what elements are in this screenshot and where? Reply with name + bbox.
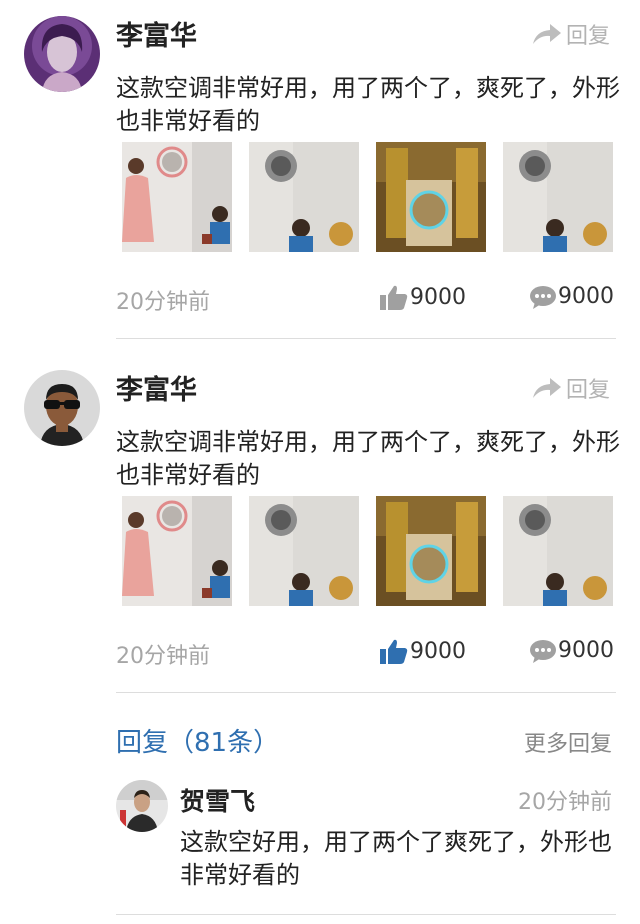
reply-label: 回复 [565,378,610,403]
post-image[interactable] [249,496,359,606]
divider [116,914,616,915]
post-meta: 20分钟前 9000 9000 [116,638,616,672]
author-name[interactable]: 李富华 [116,368,197,407]
reply-content: 这款空好用，用了两个了爽死了，外形也非常好看的 [180,828,612,889]
thumbs-up-icon [380,639,408,664]
more-replies-link[interactable]: 更多回复 [524,726,612,758]
comment-button[interactable]: 9000 [530,284,614,309]
avatar[interactable] [24,370,100,446]
avatar[interactable] [24,16,100,92]
post-time: 20分钟前 [116,290,210,315]
author-name[interactable]: 李富华 [116,14,197,53]
reply-button[interactable]: 回复 [532,372,610,404]
image-gallery [122,496,613,606]
post-time: 20分钟前 [116,644,210,669]
share-arrow-icon [532,24,561,44]
comment-bubble-icon [530,285,556,309]
post-image[interactable] [503,142,613,252]
comment-count: 9000 [558,638,614,663]
reply-label: 回复 [565,24,610,49]
share-arrow-icon [532,378,561,398]
thumbs-up-icon [380,285,408,310]
comment-bubble-icon [530,639,556,663]
like-count: 9000 [410,638,466,664]
post-image[interactable] [376,496,486,606]
avatar[interactable] [116,780,168,832]
divider [116,692,616,693]
post-content: 这款空调非常好用，用了两个了，爽死了，外形也非常好看的 [116,428,620,489]
reply-author-name[interactable]: 贺雪飞 [180,782,255,818]
post-image[interactable] [503,496,613,606]
post-meta: 20分钟前 9000 9000 [116,284,616,318]
post-image[interactable] [122,142,232,252]
reply-time: 20分钟前 [518,790,612,815]
post-content: 这款空调非常好用，用了两个了，爽死了，外形也非常好看的 [116,74,620,135]
post-image[interactable] [376,142,486,252]
reply-button[interactable]: 回复 [532,18,610,50]
like-count: 9000 [410,284,466,310]
comment-count: 9000 [558,284,614,309]
divider [116,338,616,339]
comment-button[interactable]: 9000 [530,638,614,663]
post-image[interactable] [122,496,232,606]
image-gallery [122,142,613,252]
like-button[interactable]: 9000 [380,638,466,664]
replies-count-title: 回复（81条） [116,728,280,758]
post-image[interactable] [249,142,359,252]
like-button[interactable]: 9000 [380,284,466,310]
